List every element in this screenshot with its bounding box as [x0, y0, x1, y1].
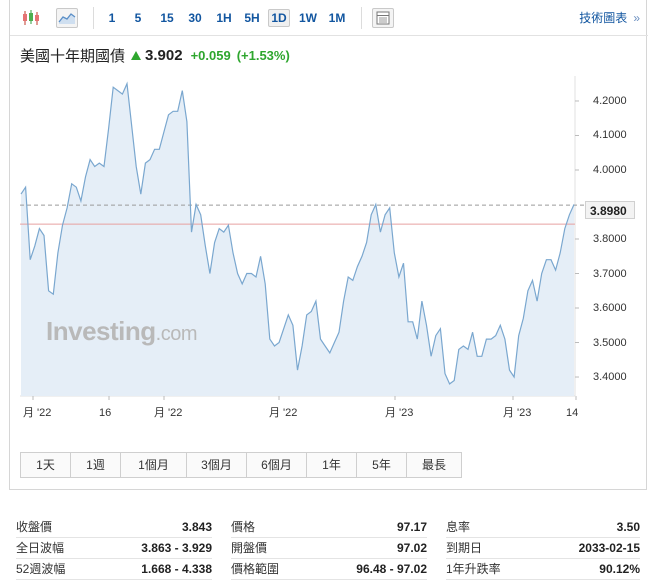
period-1[interactable]: 1	[104, 9, 120, 27]
price-chart-svg	[20, 76, 585, 400]
stats-column-3: 息率 3.50 到期日 2033-02-15 1年升跌率 90.12%	[446, 517, 640, 580]
stat-label-open: 開盤價	[231, 541, 268, 555]
y-tick-label: 3.5000	[593, 336, 627, 349]
watermark-brand: Investing	[46, 316, 156, 346]
x-tick-label: 16	[99, 407, 112, 419]
y-tick-label: 4.0000	[593, 163, 627, 176]
technical-chart-label: 技術圖表	[579, 11, 628, 25]
last-price: 3.902	[145, 46, 183, 64]
stats-column-2: 價格 97.17 開盤價 97.02 價格範圍 96.48 - 97.02	[231, 517, 427, 580]
x-tick-label: 月 '23	[385, 407, 414, 419]
stat-value-open: 97.02	[396, 541, 427, 555]
y-tick-label: 4.2000	[593, 94, 627, 107]
y-tick-label: 4.1000	[593, 129, 627, 142]
stat-value-prev-close: 3.843	[181, 520, 212, 534]
period-1m[interactable]: 1M	[325, 9, 349, 27]
stat-label-52wk-range: 52週波幅	[16, 562, 66, 576]
range-1-month[interactable]: 1個月	[121, 453, 187, 477]
stat-value-1yr-change: 90.12%	[599, 562, 640, 576]
x-tick-label: 月 '22	[269, 407, 298, 419]
stat-row: 52週波幅 1.668 - 4.338	[16, 559, 212, 580]
x-tick-label: 14	[566, 407, 579, 419]
area-chart-icon[interactable]	[56, 8, 78, 28]
x-tick-label: 月 '22	[154, 407, 183, 419]
current-price-label: 3.8980	[585, 201, 635, 219]
range-5-years[interactable]: 5年	[357, 453, 407, 477]
range-3-months[interactable]: 3個月	[187, 453, 247, 477]
chart-widget: 1 5 15 30 1H 5H 1D 1W 1M 技術圖表 » 美國十年期國債 3…	[9, 0, 648, 490]
period-1d[interactable]: 1D	[268, 9, 290, 27]
price-area-fill	[21, 83, 574, 396]
y-tick-label: 3.7000	[593, 267, 627, 280]
period-5[interactable]: 5	[130, 9, 146, 27]
period-30[interactable]: 30	[184, 9, 206, 27]
stat-value-maturity: 2033-02-15	[578, 541, 640, 555]
up-arrow-icon	[131, 50, 142, 60]
y-tick-label: 3.4000	[593, 371, 627, 384]
stat-value-52wk-range: 1.668 - 4.338	[141, 562, 212, 576]
range-1-day[interactable]: 1天	[21, 453, 71, 477]
watermark-suffix: .com	[155, 323, 198, 345]
investing-watermark: Investing.com	[46, 316, 197, 347]
stat-label-price-range: 價格範圍	[231, 562, 280, 576]
period-15[interactable]: 15	[156, 9, 178, 27]
range-1-week[interactable]: 1週	[71, 453, 121, 477]
stat-row: 到期日 2033-02-15	[446, 538, 640, 559]
time-range-selector: 1天 1週 1個月 3個月 6個月 1年 5年 最長	[20, 452, 462, 478]
price-change-percent: (+1.53%)	[236, 47, 290, 63]
period-5h[interactable]: 5H	[241, 9, 263, 27]
stat-row: 開盤價 97.02	[231, 538, 427, 559]
range-1-year[interactable]: 1年	[307, 453, 357, 477]
stat-label-day-range: 全日波幅	[16, 541, 65, 555]
stat-row: 息率 3.50	[446, 517, 640, 538]
range-max[interactable]: 最長	[407, 453, 461, 477]
stat-value-coupon: 3.50	[616, 520, 640, 534]
price-chart[interactable]: Investing.com 4.2000 4.1000 4.0000 3.8000 3.…	[20, 76, 645, 426]
table-icon[interactable]	[372, 8, 394, 28]
period-1w[interactable]: 1W	[296, 9, 320, 27]
stat-row: 全日波幅 3.863 - 3.929	[16, 538, 212, 559]
y-tick-label: 3.6000	[593, 302, 627, 314]
x-tick-label: 月 '22	[23, 407, 52, 419]
candlestick-icon[interactable]	[20, 8, 42, 28]
stat-row: 收盤價 3.843	[16, 517, 212, 538]
stat-label-1yr-change: 1年升跌率	[446, 562, 501, 576]
range-6-months[interactable]: 6個月	[247, 453, 307, 477]
instrument-stats: 收盤價 3.843 全日波幅 3.863 - 3.929 52週波幅 1.668 - …	[16, 517, 644, 583]
price-change: +0.059	[190, 47, 231, 63]
stat-row: 價格 97.17	[231, 517, 427, 538]
stat-value-price-range: 96.48 - 97.02	[356, 562, 427, 576]
stat-value-price: 97.17	[396, 520, 427, 534]
stat-label-coupon: 息率	[446, 520, 471, 534]
stat-label-price: 價格	[231, 520, 256, 534]
y-tick-label: 3.8000	[593, 233, 627, 245]
stat-row: 1年升跌率 90.12%	[446, 559, 640, 580]
toolbar-divider	[93, 7, 94, 29]
technical-chart-link[interactable]: 技術圖表 »	[579, 9, 640, 27]
stats-column-1: 收盤價 3.843 全日波幅 3.863 - 3.929 52週波幅 1.668 - …	[16, 517, 212, 580]
stat-row: 價格範圍 96.48 - 97.02	[231, 559, 427, 580]
chart-toolbar: 1 5 15 30 1H 5H 1D 1W 1M 技術圖表 »	[10, 0, 648, 36]
x-tick-label: 月 '23	[503, 407, 532, 419]
stat-label-prev-close: 收盤價	[16, 520, 53, 534]
stat-value-day-range: 3.863 - 3.929	[141, 541, 212, 555]
toolbar-divider	[361, 7, 362, 29]
period-1h[interactable]: 1H	[213, 9, 235, 27]
stat-label-maturity: 到期日	[446, 541, 483, 555]
instrument-header: 美國十年期國債 3.902 +0.059 (+1.53%)	[20, 45, 290, 65]
instrument-name: 美國十年期國債	[20, 47, 126, 65]
double-chevron-right-icon: »	[633, 11, 640, 25]
